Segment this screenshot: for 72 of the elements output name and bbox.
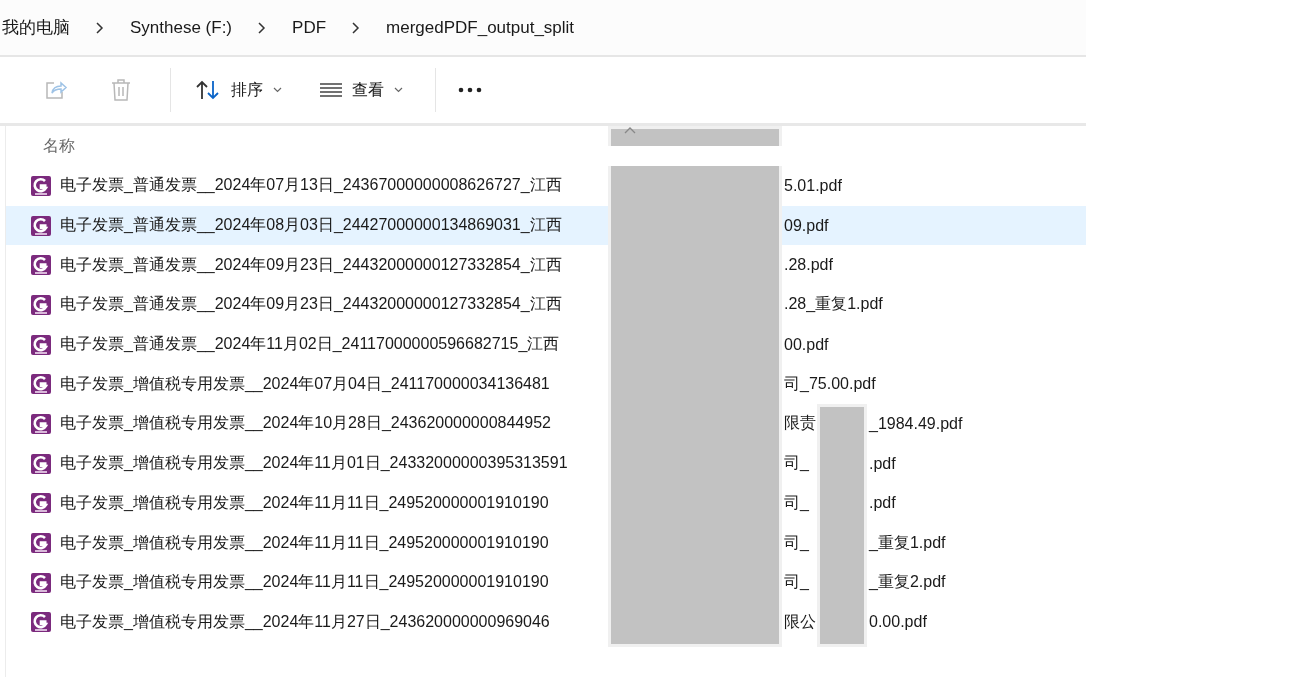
file-name: 司_ xyxy=(784,572,810,593)
file-name: .28.pdf xyxy=(784,256,833,275)
pdf-file-icon xyxy=(30,492,52,515)
list-view-icon xyxy=(320,82,342,98)
file-name: .pdf xyxy=(869,494,896,513)
share-icon xyxy=(44,79,68,101)
breadcrumb-item[interactable]: Synthese (F:) xyxy=(130,17,233,38)
pdf-file-icon xyxy=(30,373,52,396)
pdf-file-icon xyxy=(30,412,52,435)
pdf-file-icon xyxy=(30,571,52,594)
file-name: .pdf xyxy=(869,454,896,473)
file-row[interactable]: 电子发票_普通发票__2024年09月23日_24432000000127332854_江西 .28.pdf xyxy=(6,245,1086,286)
chevron-down-icon xyxy=(273,87,282,93)
pdf-file-icon xyxy=(30,214,52,237)
file-name: 电子发票_增值税专用发票__2024年11月11日_249520000001910190 xyxy=(60,572,550,593)
breadcrumb-item[interactable]: 我的电脑 xyxy=(2,16,70,39)
file-name: 电子发票_普通发票__2024年11月02日_24117000000596682715_江西 xyxy=(60,334,561,355)
file-name: _1984.49.pdf xyxy=(869,414,963,433)
file-name: 电子发票_普通发票__2024年07月13日_24367000000008626727_江西 xyxy=(60,175,563,196)
file-name: 电子发票_普通发票__2024年09月23日_24432000000127332854_江西 xyxy=(60,254,563,276)
breadcrumb-item[interactable]: PDF xyxy=(292,17,327,38)
chevron-down-icon xyxy=(394,87,403,93)
file-row[interactable]: 电子发票_增值税专用发票__2024年11月01日_24332000000395313591 司_ .pdf xyxy=(6,443,1086,484)
sort-button[interactable]: 排序 xyxy=(189,75,288,105)
file-name: 限责 xyxy=(784,413,817,434)
file-name: 电子发票_增值税专用发票__2024年11月11日_249520000001910190 xyxy=(60,532,550,554)
pdf-file-icon xyxy=(30,293,52,316)
file-name: 电子发票_增值税专用发票__2024年10月28日_243620000000844952 xyxy=(60,413,552,434)
file-row[interactable]: 电子发票_增值税专用发票__2024年07月04日_241170000034136481 司_75.00.pdf xyxy=(6,364,1086,405)
trash-icon xyxy=(110,78,132,102)
file-name: 电子发票_增值税专用发票__2024年11月01日_24332000000395313591 xyxy=(60,453,569,474)
chevron-right-icon xyxy=(95,21,105,34)
file-row[interactable]: 电子发票_普通发票__2024年11月02日_24117000000596682715_江西 00.pdf xyxy=(6,324,1086,365)
file-name: _重复2.pdf xyxy=(869,572,946,593)
file-name: 司_75.00.pdf xyxy=(784,373,876,394)
file-name: 限公 xyxy=(784,611,817,632)
column-header[interactable]: 名称 xyxy=(43,135,75,157)
file-name: .28_重复1.pdf xyxy=(784,294,883,315)
pdf-file-icon xyxy=(30,174,52,197)
file-row[interactable]: 电子发票_普通发票__2024年07月13日_24367000000008626727_江西 5.01.pdf xyxy=(6,166,1086,206)
file-row[interactable]: 电子发票_增值税专用发票__2024年10月28日_243620000000844952 限责 _1984.49.pdf xyxy=(6,404,1086,444)
file-row[interactable]: 电子发票_增值税专用发票__2024年11月27日_243620000000969046 限公 0.00.pdf xyxy=(6,602,1086,643)
file-name: 5.01.pdf xyxy=(784,176,842,195)
file-name: 0.00.pdf xyxy=(869,613,927,632)
file-name: 09.pdf xyxy=(784,216,829,235)
file-name: 电子发票_增值税专用发票__2024年07月04日_241170000034136481 xyxy=(60,373,551,395)
redaction-bar xyxy=(817,404,867,444)
file-row[interactable]: 电子发票_增值税专用发票__2024年11月11日_249520000001910190 司_ _重复1.pdf xyxy=(6,523,1086,563)
pdf-file-icon xyxy=(30,333,52,356)
sort-arrows-icon xyxy=(195,79,221,101)
file-name: _重复1.pdf xyxy=(869,532,946,553)
file-name: 电子发票_普通发票__2024年08月03日_24427000000134869031_江西 xyxy=(60,215,563,236)
pdf-file-icon xyxy=(30,254,52,277)
pdf-file-icon xyxy=(30,532,52,555)
file-name: 司_ xyxy=(784,532,810,553)
file-name: 电子发票_增值税专用发票__2024年11月27日_243620000000969046 xyxy=(60,611,551,633)
file-row[interactable]: 电子发票_增值税专用发票__2024年11月11日_249520000001910190 司_ .pdf xyxy=(6,483,1086,524)
chevron-right-icon xyxy=(351,21,362,34)
file-row[interactable]: 电子发票_普通发票__2024年08月03日_24427000000134869031_江西 09.pdf xyxy=(6,205,1086,246)
file-name: 00.pdf xyxy=(784,335,829,354)
chevron-right-icon xyxy=(257,21,268,34)
more-icon xyxy=(458,87,482,93)
pdf-file-icon xyxy=(30,452,52,475)
file-name: 电子发票_增值税专用发票__2024年11月11日_249520000001910190 xyxy=(60,492,550,514)
view-button[interactable]: 查看 xyxy=(314,75,409,105)
pdf-file-icon xyxy=(30,611,52,634)
file-row[interactable]: 电子发票_普通发票__2024年09月23日_24432000000127332854_江西 .28_重复1.pdf xyxy=(6,285,1086,325)
file-name: 司_ xyxy=(784,453,810,474)
breadcrumb-item[interactable]: mergedPDF_output_split xyxy=(386,17,575,38)
file-row[interactable]: 电子发票_增值税专用发票__2024年11月11日_249520000001910190 司_ _重复2.pdf xyxy=(6,562,1086,603)
file-name: 电子发票_普通发票__2024年09月23日_24432000000127332854_江西 xyxy=(60,294,563,315)
file-name: 司_ xyxy=(784,492,810,513)
